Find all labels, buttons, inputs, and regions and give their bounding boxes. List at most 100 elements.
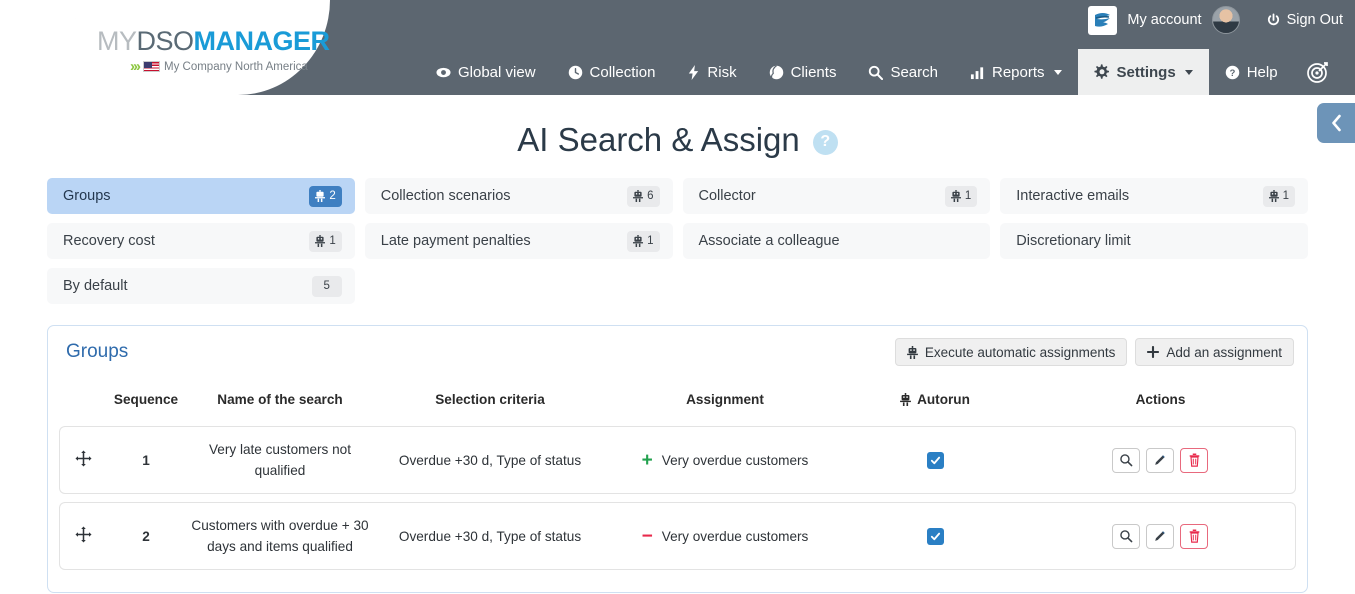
chevrons-icon: ››› bbox=[130, 58, 141, 75]
category-card-discretionary-limit[interactable]: Discretionary limit bbox=[1000, 223, 1308, 259]
nav-label-reports: Reports bbox=[991, 63, 1045, 81]
row-criteria: Overdue +30 d, Type of status bbox=[375, 426, 605, 495]
target-icon[interactable] bbox=[1294, 49, 1342, 95]
assignments-table: Sequence Name of the search Selection cr… bbox=[59, 377, 1296, 578]
panel-header: Groups Execute automatic assignments Add… bbox=[48, 326, 1307, 377]
page-content: AI Search & Assign ? Groups 2 Collection… bbox=[0, 95, 1355, 594]
category-label: Late payment penalties bbox=[380, 233, 531, 249]
category-card-collection-scenarios[interactable]: Collection scenarios 6 bbox=[364, 178, 673, 214]
category-count: 1 bbox=[647, 235, 654, 247]
category-label: Collection scenarios bbox=[380, 188, 511, 204]
sidebar-collapse-toggle[interactable] bbox=[1317, 103, 1355, 143]
robot-icon bbox=[633, 190, 644, 202]
avatar[interactable] bbox=[1211, 6, 1240, 34]
category-badge: 1 bbox=[627, 230, 660, 252]
delete-icon[interactable] bbox=[1180, 523, 1208, 549]
add-an-assignment-button[interactable]: Add an assignment bbox=[1135, 338, 1294, 366]
app-logo-icon[interactable] bbox=[1088, 5, 1118, 35]
edit-icon[interactable] bbox=[1146, 523, 1174, 549]
logo-manager: MANAGER bbox=[193, 26, 331, 56]
category-card-groups[interactable]: Groups 2 bbox=[47, 178, 355, 214]
row-assignment-cell: − Very overdue customers bbox=[605, 502, 845, 571]
row-name: Very late customers not qualified bbox=[185, 426, 375, 495]
page-help-icon[interactable]: ? bbox=[812, 129, 838, 155]
nav-item-clients[interactable]: Clients bbox=[753, 49, 853, 95]
nav-label-global-view: Global view bbox=[458, 63, 536, 81]
question-circle-icon: ? bbox=[1225, 65, 1239, 79]
drag-move-icon[interactable] bbox=[75, 526, 92, 543]
drag-move-icon[interactable] bbox=[75, 450, 92, 467]
brand-wordmark: MYDSOMANAGER bbox=[97, 26, 330, 57]
category-count: 1 bbox=[964, 190, 972, 202]
bolt-icon bbox=[689, 64, 699, 80]
company-subtitle: ››› My Company North America bbox=[130, 58, 308, 75]
row-drag-cell[interactable] bbox=[59, 426, 107, 495]
chevron-down-icon bbox=[1053, 69, 1062, 75]
execute-automatic-assignments-button[interactable]: Execute automatic assignments bbox=[894, 338, 1128, 366]
page-title-row: AI Search & Assign ? bbox=[0, 95, 1355, 159]
category-card-by-default[interactable]: By default 5 bbox=[47, 268, 355, 304]
autorun-checkbox[interactable] bbox=[926, 527, 944, 545]
nav-item-collection[interactable]: Collection bbox=[552, 49, 672, 95]
nav-item-settings[interactable]: Settings bbox=[1077, 49, 1209, 95]
row-assignment-label: Very overdue customers bbox=[661, 528, 809, 544]
sign-out-button[interactable]: Sign Out bbox=[1266, 12, 1343, 28]
category-label: Collector bbox=[698, 188, 756, 204]
category-label: Recovery cost bbox=[63, 233, 155, 249]
logo-plate: MYDSOMANAGER ››› My Company North Americ… bbox=[0, 0, 330, 95]
category-label: By default bbox=[63, 278, 128, 294]
nav-item-reports[interactable]: Reports bbox=[954, 49, 1078, 95]
main-navigation: Global view Collection Risk Clients Sear… bbox=[330, 49, 1355, 95]
row-sequence: 1 bbox=[107, 426, 185, 495]
category-count: 1 bbox=[1282, 190, 1289, 202]
row-sequence: 2 bbox=[107, 502, 185, 571]
column-header-name: Name of the search bbox=[217, 392, 343, 407]
execute-button-label: Execute automatic assignments bbox=[924, 344, 1116, 360]
edit-icon[interactable] bbox=[1146, 447, 1174, 473]
svg-text:?: ? bbox=[1229, 67, 1235, 77]
category-badge: 2 bbox=[309, 185, 342, 207]
nav-item-risk[interactable]: Risk bbox=[671, 49, 752, 95]
category-badge: 1 bbox=[309, 230, 342, 252]
delete-icon[interactable] bbox=[1180, 447, 1208, 473]
category-card-late-payment-penalties[interactable]: Late payment penalties 1 bbox=[364, 223, 673, 259]
sign-out-label: Sign Out bbox=[1286, 12, 1343, 28]
power-icon bbox=[1267, 13, 1279, 25]
robot-icon bbox=[906, 345, 918, 359]
category-count: 6 bbox=[647, 190, 654, 202]
add-button-label: Add an assignment bbox=[1166, 344, 1282, 360]
nav-item-help[interactable]: ? Help bbox=[1209, 49, 1294, 95]
column-header-assignment: Assignment bbox=[686, 392, 764, 408]
nav-item-global-view[interactable]: Global view bbox=[420, 49, 552, 95]
nav-label-risk: Risk bbox=[707, 63, 737, 81]
column-header-drag bbox=[59, 385, 107, 418]
category-card-interactive-emails[interactable]: Interactive emails 1 bbox=[1000, 178, 1308, 214]
view-icon[interactable] bbox=[1112, 447, 1140, 473]
nav-item-search[interactable]: Search bbox=[852, 49, 954, 95]
column-header-sequence: Sequence bbox=[113, 392, 179, 408]
minus-icon: − bbox=[641, 525, 653, 547]
robot-icon bbox=[633, 235, 644, 247]
brand-logo[interactable]: MYDSOMANAGER ››› My Company North Americ… bbox=[30, 12, 330, 82]
column-header-actions: Actions bbox=[1135, 392, 1186, 408]
table-body: 1 Very late customers not qualified Over… bbox=[59, 426, 1296, 571]
search-icon[interactable] bbox=[1342, 49, 1355, 95]
column-header-criteria: Selection criteria bbox=[435, 392, 545, 408]
my-account-link[interactable]: My account bbox=[1127, 12, 1201, 28]
category-card-collector[interactable]: Collector 1 bbox=[682, 178, 991, 214]
view-icon[interactable] bbox=[1112, 523, 1140, 549]
category-card-recovery-cost[interactable]: Recovery cost 1 bbox=[47, 223, 355, 259]
category-badge: 5 bbox=[311, 275, 342, 297]
category-label: Associate a colleague bbox=[698, 233, 840, 249]
row-assignment-cell: + Very overdue customers bbox=[605, 426, 845, 495]
category-count: 1 bbox=[329, 235, 336, 247]
category-card-associate-a-colleague[interactable]: Associate a colleague bbox=[682, 223, 991, 259]
row-actions-cell bbox=[1025, 502, 1296, 571]
row-drag-cell[interactable] bbox=[59, 502, 107, 571]
autorun-checkbox[interactable] bbox=[926, 451, 944, 469]
bar-chart-icon bbox=[970, 66, 984, 79]
logo-dso: DSO bbox=[136, 26, 195, 56]
plus-icon: + bbox=[641, 449, 653, 471]
category-badge: 6 bbox=[627, 185, 660, 207]
robot-icon bbox=[1268, 190, 1279, 202]
